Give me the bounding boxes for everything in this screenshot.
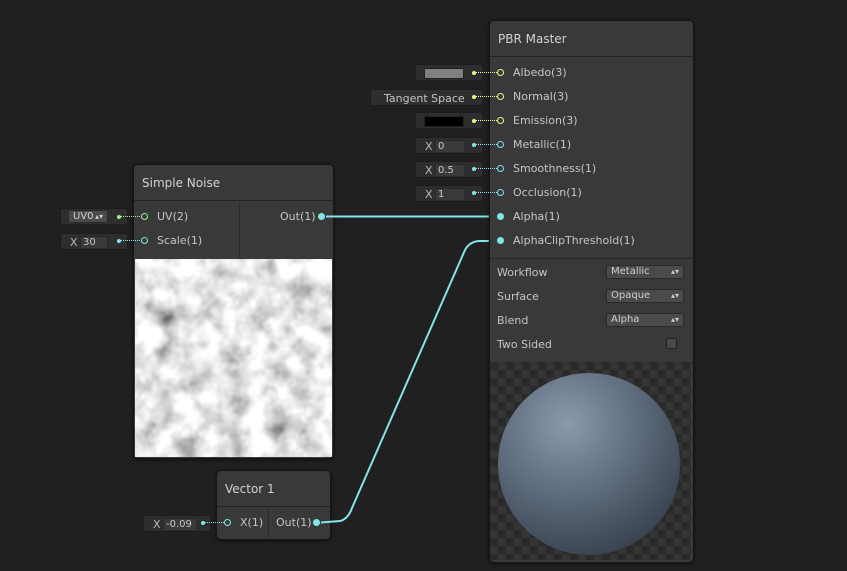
workflow-label: Workflow	[497, 266, 548, 279]
simple-noise-title: Simple Noise	[134, 165, 333, 201]
scale-input-label: Scale(1)	[157, 234, 203, 247]
blend-value: Alpha	[611, 314, 640, 325]
noise-output-label: Out(1)	[280, 210, 316, 223]
alphaclip-label: AlphaClipThreshold(1)	[513, 234, 635, 247]
pbr-settings-divider	[490, 258, 693, 259]
simple-noise-node[interactable]: Simple Noise	[133, 164, 334, 459]
albedo-input-port[interactable]	[497, 69, 504, 76]
chevron-updown-icon: ▴▾	[670, 267, 679, 276]
vector1-x-axis-label: X	[153, 518, 161, 531]
scale-value-field[interactable]: 30	[80, 236, 108, 249]
two-sided-label: Two Sided	[497, 338, 552, 351]
scale-connector-line	[120, 240, 142, 242]
emission-color-swatch[interactable]	[424, 116, 464, 127]
vector1-x-input-label: X(1)	[240, 516, 264, 529]
edge-vector1-to-alphaclip	[320, 240, 497, 524]
smoothness-input-port[interactable]	[497, 165, 504, 172]
surface-value: Opaque	[611, 290, 651, 301]
scale-x-label: X	[70, 236, 78, 249]
surface-dropdown[interactable]: Opaque ▴▾	[606, 289, 684, 303]
simple-noise-preview	[135, 259, 332, 457]
normal-label: Normal(3)	[513, 90, 569, 103]
blend-dropdown[interactable]: Alpha ▴▾	[606, 313, 684, 327]
workflow-dropdown[interactable]: Metallic ▴▾	[606, 265, 684, 279]
simple-noise-divider	[239, 202, 240, 258]
vector1-title: Vector 1	[217, 471, 330, 507]
noise-texture	[135, 259, 332, 457]
vector1-output-label: Out(1)	[276, 516, 312, 529]
uv-connector-line	[120, 216, 142, 218]
noise-output-port[interactable]	[318, 213, 325, 220]
alphaclip-input-port[interactable]	[497, 237, 504, 244]
stepper-icon: ▴▾	[94, 212, 103, 221]
chevron-updown-icon: ▴▾	[670, 315, 679, 324]
chevron-updown-icon: ▴▾	[670, 291, 679, 300]
workflow-value: Metallic	[611, 266, 650, 277]
edges-layer	[320, 215, 497, 524]
metallic-label: Metallic(1)	[513, 138, 572, 151]
smoothness-value-field[interactable]: 0.5	[435, 164, 465, 177]
two-sided-checkbox[interactable]	[666, 338, 677, 349]
occlusion-x-label: X	[425, 188, 433, 201]
emission-connector-line	[476, 120, 497, 121]
normal-connector-line	[476, 96, 497, 97]
occlusion-input-port[interactable]	[497, 189, 504, 196]
emission-label: Emission(3)	[513, 114, 578, 127]
metallic-value-field[interactable]: 0	[435, 140, 465, 153]
emission-input-port[interactable]	[497, 117, 504, 124]
vector1-output-port[interactable]	[313, 519, 320, 526]
uv-channel-value: UV0	[73, 211, 94, 222]
metallic-input-port[interactable]	[497, 141, 504, 148]
occlusion-label: Occlusion(1)	[513, 186, 582, 199]
pbr-master-title: PBR Master	[490, 21, 693, 57]
normal-input-port[interactable]	[497, 93, 504, 100]
vector1-x-input-port[interactable]	[224, 519, 231, 526]
preview-sphere	[498, 373, 680, 555]
occlusion-value-field[interactable]: 1	[435, 188, 465, 201]
vector1-x-value-field[interactable]: -0.09	[163, 518, 197, 531]
uv-input-port[interactable]	[141, 213, 148, 220]
smoothness-connector-line	[476, 168, 497, 169]
normal-input-box[interactable]: Tangent Space	[370, 89, 483, 106]
smoothness-x-label: X	[425, 164, 433, 177]
surface-label: Surface	[497, 290, 539, 303]
albedo-label: Albedo(3)	[513, 66, 567, 79]
alpha-label: Alpha(1)	[513, 210, 560, 223]
occlusion-connector-line	[476, 192, 497, 193]
alpha-input-port[interactable]	[497, 213, 504, 220]
uv-channel-dropdown[interactable]: UV0 ▴▾	[68, 210, 108, 223]
albedo-color-swatch[interactable]	[424, 68, 464, 79]
material-preview	[490, 362, 691, 560]
vector1-x-connector-line	[204, 522, 224, 524]
blend-label: Blend	[497, 314, 529, 327]
scale-input-port[interactable]	[141, 237, 148, 244]
albedo-connector-line	[476, 72, 497, 73]
metallic-x-label: X	[425, 140, 433, 153]
normal-space-value: Tangent Space	[384, 92, 465, 105]
vector1-divider	[268, 508, 269, 538]
metallic-connector-line	[476, 144, 497, 145]
smoothness-label: Smoothness(1)	[513, 162, 597, 175]
vector1-node[interactable]: Vector 1	[216, 470, 331, 540]
uv-input-label: UV(2)	[157, 210, 189, 223]
